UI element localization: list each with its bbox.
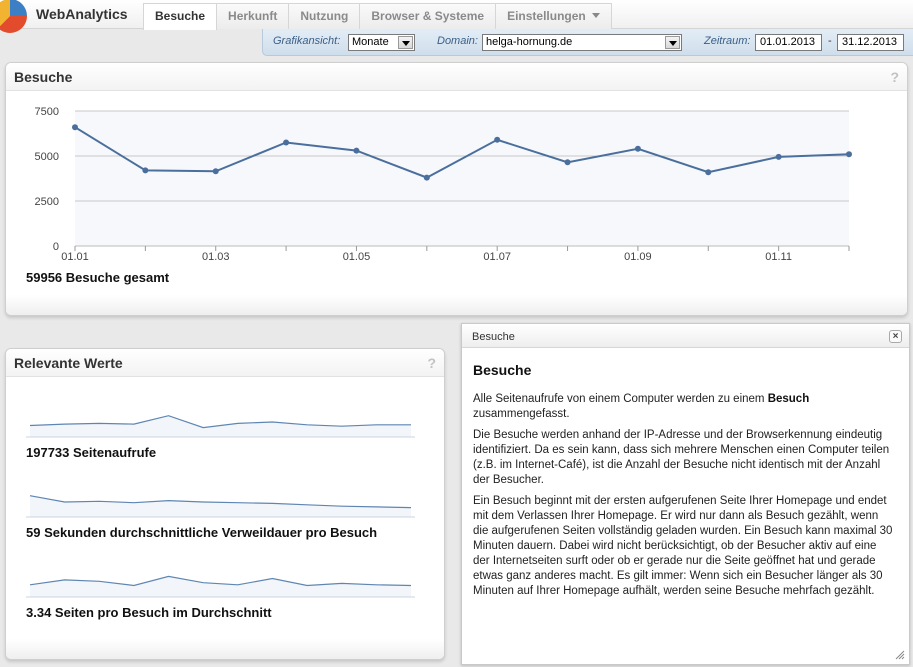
visits-panel: Besuche ? 0 2500 5000 7500 01.01 01.03 01.05 01… — [5, 62, 908, 316]
relevant-panel-header: Relevante Werte ? — [6, 349, 444, 377]
metric-pageviews: 197733 Seitenaufrufe — [26, 445, 157, 460]
sparkline-pages-per-visit — [26, 575, 415, 598]
y-tick-label: 5000 — [35, 151, 59, 163]
date-separator: - — [828, 35, 832, 47]
panel-footer — [6, 295, 907, 315]
info-panel: Besuche × Besuche Alle Seitenaufrufe von… — [461, 323, 910, 665]
data-point — [494, 136, 501, 143]
info-panel-header: Besuche × — [462, 324, 909, 348]
data-point — [142, 167, 149, 174]
sparkline-avg-duration — [26, 495, 415, 518]
app-brand: WebAnalytics — [36, 6, 128, 22]
visits-line-chart: 0 2500 5000 7500 01.01 01.03 01.05 01.07 01.09 01… — [35, 106, 852, 263]
chevron-down-icon — [591, 13, 600, 18]
tab-einstellungen[interactable]: Einstellungen — [496, 3, 612, 29]
domain-select[interactable]: helga-hornung.de — [482, 34, 682, 51]
y-tick-label: 0 — [53, 241, 59, 253]
data-point — [634, 145, 641, 152]
x-tick-label: 01.09 — [624, 251, 652, 263]
data-point — [705, 169, 712, 176]
metric-avg-duration: 59 Sekunden durchschnittliche Verweildau… — [26, 525, 378, 540]
view-label: Grafikansicht: — [273, 35, 341, 47]
x-tick-label: 01.05 — [343, 251, 371, 263]
date-to-input[interactable]: 31.12.2013 — [837, 34, 904, 51]
plot-area — [75, 111, 849, 246]
help-icon[interactable]: ? — [427, 355, 436, 371]
data-point — [775, 153, 782, 160]
tab-einstellungen-label: Einstellungen — [507, 9, 586, 23]
data-point — [846, 151, 852, 158]
filter-bar: Grafikansicht: Monate Domain: helga-horn… — [262, 29, 913, 56]
data-point — [212, 168, 219, 175]
date-from-input[interactable]: 01.01.2013 — [755, 34, 822, 51]
info-p1-pre: Alle Seitenaufrufe von einem Computer we… — [473, 393, 768, 405]
data-point — [283, 139, 290, 146]
x-tick-label: 01.07 — [483, 251, 511, 263]
help-icon[interactable]: ? — [890, 69, 899, 85]
relevant-panel-title: Relevante Werte — [14, 355, 123, 371]
relevant-values-panel: Relevante Werte ? 197733 Seitenaufrufe 5… — [5, 348, 445, 660]
view-select[interactable]: Monate — [348, 34, 415, 51]
info-paragraph-3: Ein Besuch beginnt mit der ersten aufger… — [473, 495, 893, 597]
metric-pages-per-visit: 3.34 Seiten pro Besuch im Durchschnitt — [26, 605, 272, 620]
info-paragraph-2: Die Besuche werden anhand der IP-Adresse… — [473, 429, 890, 486]
tab-nutzung[interactable]: Nutzung — [289, 3, 361, 29]
y-tick-label: 7500 — [35, 106, 59, 118]
info-panel-header-title: Besuche — [472, 331, 515, 343]
data-point — [353, 147, 360, 154]
panel-footer — [6, 639, 444, 659]
main-tabs: Besuche Herkunft Nutzung Browser & Syste… — [143, 3, 612, 30]
data-point — [423, 174, 430, 181]
x-tick-label: 01.03 — [202, 251, 230, 263]
sparkline-pageviews — [26, 415, 415, 438]
visits-total: 59956 Besuche gesamt — [26, 270, 170, 285]
info-panel-body: Besuche Alle Seitenaufrufe von einem Com… — [473, 362, 893, 605]
logo-pie-icon — [0, 0, 27, 33]
x-tick-label: 01.01 — [61, 251, 89, 263]
tab-browser-systeme[interactable]: Browser & Systeme — [360, 3, 497, 29]
visits-panel-title: Besuche — [14, 69, 73, 85]
info-paragraph-1: Alle Seitenaufrufe von einem Computer we… — [473, 392, 893, 422]
info-p1-post: zusammengefasst. — [473, 408, 570, 420]
close-icon[interactable]: × — [889, 330, 902, 343]
view-select-value: Monate — [352, 36, 389, 48]
y-tick-label: 2500 — [35, 196, 59, 208]
resize-grip-icon[interactable] — [895, 650, 905, 660]
data-point — [72, 124, 78, 131]
visits-panel-header: Besuche ? — [6, 63, 907, 91]
data-point — [564, 159, 571, 166]
domain-select-value: helga-hornung.de — [486, 36, 573, 48]
top-bar: WebAnalytics Besuche Herkunft Nutzung Br… — [0, 0, 913, 33]
dropdown-arrow-icon[interactable] — [665, 36, 680, 49]
sparkline-area — [30, 415, 411, 437]
tab-herkunft[interactable]: Herkunft — [217, 3, 290, 29]
dropdown-arrow-icon[interactable] — [398, 36, 413, 49]
x-tick-label: 01.11 — [765, 251, 792, 263]
info-p1-bold: Besuch — [767, 393, 810, 405]
tab-besuche[interactable]: Besuche — [143, 3, 218, 30]
range-label: Zeitraum: — [704, 35, 751, 47]
info-title: Besuche — [473, 362, 532, 378]
sparkline-area — [30, 576, 411, 597]
domain-label: Domain: — [437, 35, 478, 47]
